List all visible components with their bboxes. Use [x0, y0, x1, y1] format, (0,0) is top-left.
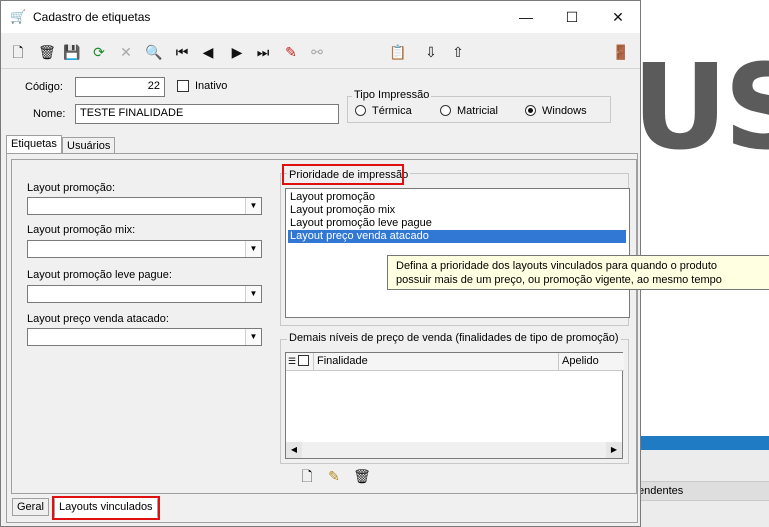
toolbar: 🗋 🗑 💾 ⟳ ✕ 🔍 ⏮ ◀ ▶ ⏭ ✎ ⚯ 📋 ⇩ ⇧ 🚪	[1, 37, 640, 67]
codigo-label: Código:	[25, 81, 63, 93]
close-button[interactable]: ✕	[595, 1, 641, 33]
tab-geral[interactable]: Geral	[12, 498, 49, 516]
list-item[interactable]: Layout promoção leve pague	[288, 217, 432, 230]
termica-radio[interactable]	[355, 105, 366, 116]
tab-etiquetas[interactable]: Etiquetas	[6, 135, 62, 154]
next-icon[interactable]: ▶	[226, 41, 248, 63]
down-arrow-icon[interactable]: ⇩	[420, 41, 442, 63]
background-logo-text: US	[632, 38, 769, 176]
cancel-icon[interactable]: ✕	[115, 41, 137, 63]
column-header-apelido[interactable]: Apelido	[559, 353, 624, 371]
tooltip: Defina a prioridade dos layouts vinculad…	[387, 255, 769, 290]
list-item[interactable]: Layout promoção	[288, 191, 375, 204]
layout-promocao-label: Layout promoção:	[27, 182, 116, 194]
prev-icon[interactable]: ◀	[197, 41, 219, 63]
nome-field[interactable]: TESTE FINALIDADE	[75, 104, 339, 124]
report-icon[interactable]: 📋	[387, 41, 409, 63]
refresh-icon[interactable]: ⟳	[88, 41, 110, 63]
chevron-down-icon: ▼	[245, 329, 261, 345]
matricial-radio[interactable]	[440, 105, 451, 116]
layout-promocao-leve-pague-select[interactable]: ▼	[27, 285, 262, 303]
tooltip-line: Defina a prioridade dos layouts vinculad…	[396, 260, 718, 272]
chevron-down-icon: ▼	[245, 198, 261, 214]
chevron-down-icon: ▼	[245, 286, 261, 302]
layout-promocao-select[interactable]: ▼	[27, 197, 262, 215]
layout-promocao-mix-select[interactable]: ▼	[27, 240, 262, 258]
first-icon[interactable]: ⏮	[171, 41, 193, 63]
list-item[interactable]: Layout promoção mix	[288, 204, 395, 217]
list-item-selected[interactable]: Layout preço venda atacado	[288, 230, 626, 243]
finalidades-grid[interactable]: ☰ Finalidade Apelido ◀ ▶	[285, 352, 624, 459]
toolbar-divider	[1, 68, 640, 69]
windows-radio[interactable]	[525, 105, 536, 116]
binoculars-icon[interactable]: ⚯	[306, 41, 328, 63]
select-all-checkbox[interactable]	[298, 355, 310, 366]
background-tab-label: endentes	[638, 485, 684, 497]
inativo-checkbox[interactable]	[177, 80, 189, 92]
filter-icon[interactable]: ✎	[280, 41, 302, 63]
maximize-button[interactable]: ☐	[549, 1, 595, 33]
layout-promocao-mix-label: Layout promoção mix:	[27, 224, 136, 236]
scroll-right-icon[interactable]: ▶	[606, 442, 622, 458]
edit-row-icon[interactable]: ✎	[323, 465, 345, 487]
prioridade-list[interactable]: Layout promoção Layout promoção mix Layo…	[285, 188, 630, 318]
up-arrow-icon[interactable]: ⇧	[447, 41, 469, 63]
background-tab[interactable]: endentes	[638, 481, 769, 501]
grid-select-header[interactable]: ☰	[286, 353, 314, 371]
matricial-label: Matricial	[457, 105, 498, 117]
tab-usuarios[interactable]: Usuários	[62, 137, 116, 154]
termica-label: Térmica	[372, 105, 412, 117]
list-icon: ☰	[288, 356, 297, 366]
exit-icon[interactable]: 🚪	[610, 41, 632, 63]
demais-niveis-title: Demais níveis de preço de venda (finalid…	[287, 332, 621, 344]
horizontal-scrollbar[interactable]: ◀ ▶	[286, 442, 622, 458]
chevron-down-icon: ▼	[245, 241, 261, 257]
highlight-box	[52, 496, 160, 520]
tooltip-line: possuir mais de um preço, ou promoção vi…	[396, 274, 722, 286]
column-header-finalidade[interactable]: Finalidade	[314, 353, 559, 371]
search-icon[interactable]: 🔍	[143, 41, 165, 63]
title-bar[interactable]: 🛒 Cadastro de etiquetas — ☐ ✕	[1, 1, 640, 33]
windows-label: Windows	[542, 105, 587, 117]
layout-preco-venda-atacado-select[interactable]: ▼	[27, 328, 262, 346]
delete-icon[interactable]: 🗑	[36, 41, 58, 63]
layout-promocao-leve-pague-label: Layout promoção leve pague:	[27, 269, 172, 281]
highlight-box	[282, 164, 404, 185]
codigo-field[interactable]: 22	[75, 77, 165, 97]
scroll-left-icon[interactable]: ◀	[286, 442, 302, 458]
tipo-impressao-title: Tipo Impressão	[352, 89, 432, 101]
new-icon[interactable]: 🗋	[7, 41, 29, 63]
nome-label: Nome:	[33, 108, 66, 120]
window-title: Cadastro de etiquetas	[33, 10, 151, 24]
delete-row-icon[interactable]: 🗑	[351, 465, 373, 487]
new-row-icon[interactable]: 🗋	[296, 465, 318, 487]
cart-icon: 🛒	[10, 9, 27, 24]
layout-preco-venda-atacado-label: Layout preço venda atacado:	[27, 313, 169, 325]
background-accent-strip	[640, 436, 769, 450]
inativo-label: Inativo	[195, 80, 228, 92]
minimize-button[interactable]: —	[503, 1, 549, 33]
last-icon[interactable]: ⏭	[252, 41, 274, 63]
save-icon[interactable]: 💾	[61, 41, 83, 63]
